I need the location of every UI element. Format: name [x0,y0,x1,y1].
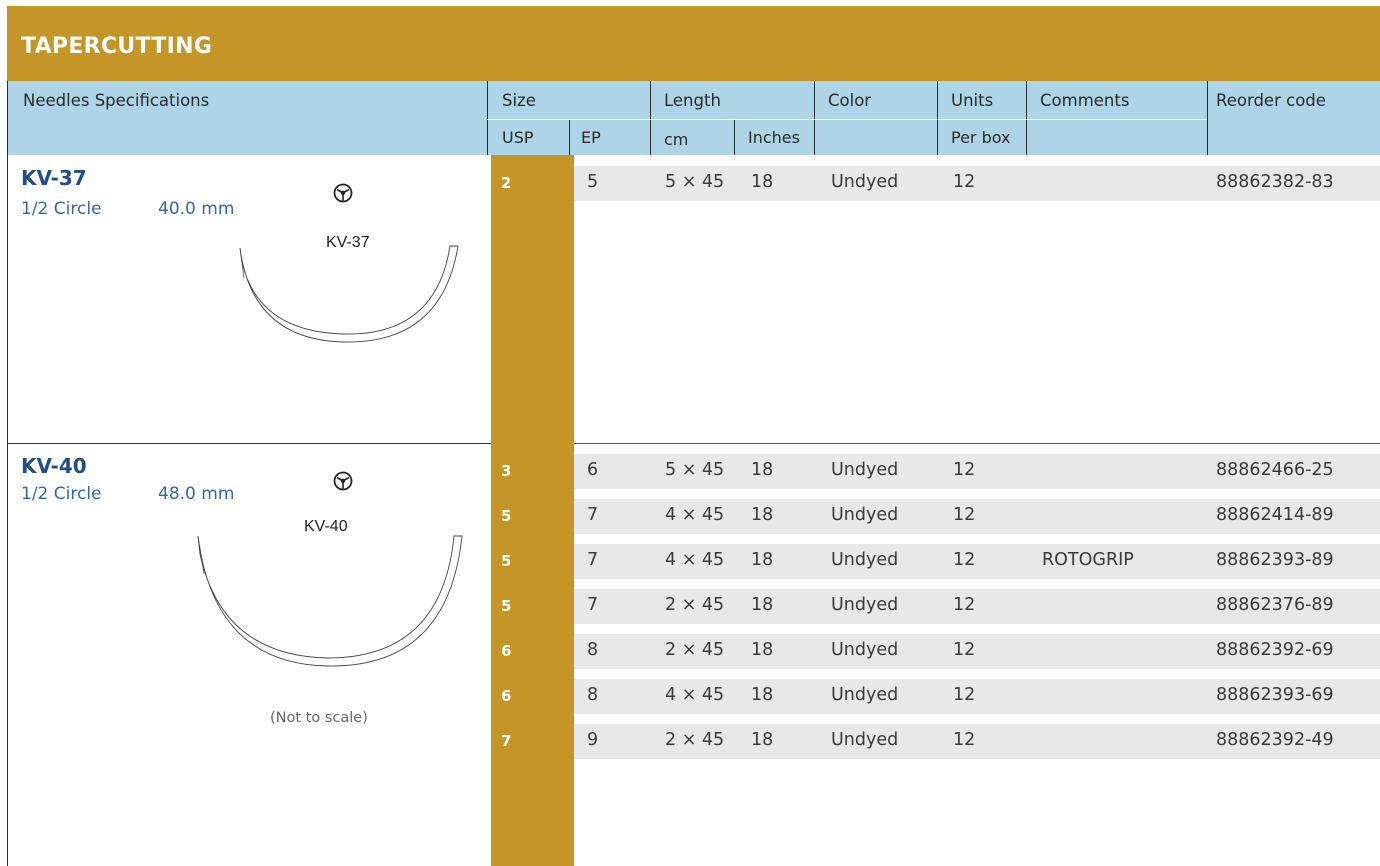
needle-length: 48.0 mm [158,484,235,504]
divider [734,119,735,155]
header-units: Units [951,91,994,110]
cm-value: 4 × 45 [665,505,725,525]
header-cm: cm [664,130,689,149]
needle-name: KV-37 [21,166,87,190]
usp-value: 6 [501,642,512,660]
divider [1207,81,1208,155]
divider [569,119,570,155]
divider [650,81,651,155]
usp-value: 3 [501,462,512,480]
divider [7,81,8,155]
cm-value: 2 × 45 [665,640,725,660]
header-length: Length [664,91,721,110]
reorder-code-value: 88862392-49 [1216,730,1334,750]
color-value: Undyed [831,505,899,525]
category-title: TAPERCUTTING [21,34,213,59]
inches-value: 18 [751,172,774,192]
ep-value: 8 [587,640,599,660]
units-value: 12 [953,730,976,750]
units-value: 12 [953,640,976,660]
inches-value: 18 [751,505,774,525]
units-value: 12 [953,595,976,615]
ep-value: 7 [587,550,599,570]
ep-value: 8 [587,685,599,705]
cm-value: 2 × 45 [665,730,725,750]
units-value: 12 [953,172,976,192]
usp-value: 5 [501,597,512,615]
divider [937,81,938,155]
units-value: 12 [953,550,976,570]
header-reorder-code: Reorder code [1216,91,1326,110]
inches-value: 18 [751,730,774,750]
color-value: Undyed [831,550,899,570]
cm-value: 2 × 45 [665,595,725,615]
color-value: Undyed [831,730,899,750]
header-needles-spec: Needles Specifications [23,91,210,110]
needle-length: 40.0 mm [158,199,235,219]
usp-value: 6 [501,687,512,705]
header-usp: USP [502,128,534,147]
divider [814,81,815,155]
reorder-code-value: 88862414-89 [1216,505,1334,525]
cm-value: 4 × 45 [665,550,725,570]
reorder-code-value: 88862393-69 [1216,685,1334,705]
color-value: Undyed [831,685,899,705]
header-size: Size [502,91,536,110]
needle-name: KV-40 [21,454,87,478]
needle-type: 1/2 Circle [21,199,102,219]
usp-value: 5 [501,507,512,525]
section-divider [7,443,491,444]
units-value: 12 [953,505,976,525]
tapercut-point-icon [333,183,353,203]
inches-value: 18 [751,550,774,570]
not-to-scale-note: (Not to scale) [270,710,368,726]
reorder-code-value: 88862392-69 [1216,640,1334,660]
usp-value: 2 [501,174,512,192]
inches-value: 18 [751,685,774,705]
needle-illustration [239,245,459,343]
color-value: Undyed [831,172,899,192]
header-inches: Inches [748,128,800,147]
table-frame-left [7,155,8,866]
section-divider [574,443,1380,444]
divider [487,119,1207,120]
ep-value: 9 [587,730,599,750]
reorder-code-value: 88862382-83 [1216,172,1334,192]
comments-value: ROTOGRIP [1042,550,1134,570]
units-value: 12 [953,685,976,705]
units-value: 12 [953,460,976,480]
needle-illustration [197,535,463,667]
category-banner: TAPERCUTTING [7,6,1380,81]
color-value: Undyed [831,460,899,480]
ep-value: 6 [587,460,599,480]
tapercut-point-icon [333,471,353,491]
header-ep: EP [581,128,601,147]
header-color: Color [828,91,872,110]
needle-type: 1/2 Circle [21,484,102,504]
ep-value: 7 [587,595,599,615]
header-comments: Comments [1040,91,1130,110]
usp-value: 7 [501,732,512,750]
ep-value: 7 [587,505,599,525]
inches-value: 18 [751,595,774,615]
cm-value: 4 × 45 [665,685,725,705]
cm-value: 5 × 45 [665,172,725,192]
color-value: Undyed [831,595,899,615]
header-per-box: Per box [951,128,1011,147]
table-header: Needles Specifications Size USP EP Lengt… [7,81,1380,155]
divider [487,81,488,155]
divider [1026,81,1027,155]
cm-value: 5 × 45 [665,460,725,480]
reorder-code-value: 88862393-89 [1216,550,1334,570]
color-value: Undyed [831,640,899,660]
reorder-code-value: 88862466-25 [1216,460,1334,480]
reorder-code-value: 88862376-89 [1216,595,1334,615]
inches-value: 18 [751,460,774,480]
inches-value: 18 [751,640,774,660]
usp-value: 5 [501,552,512,570]
ep-value: 5 [587,172,599,192]
